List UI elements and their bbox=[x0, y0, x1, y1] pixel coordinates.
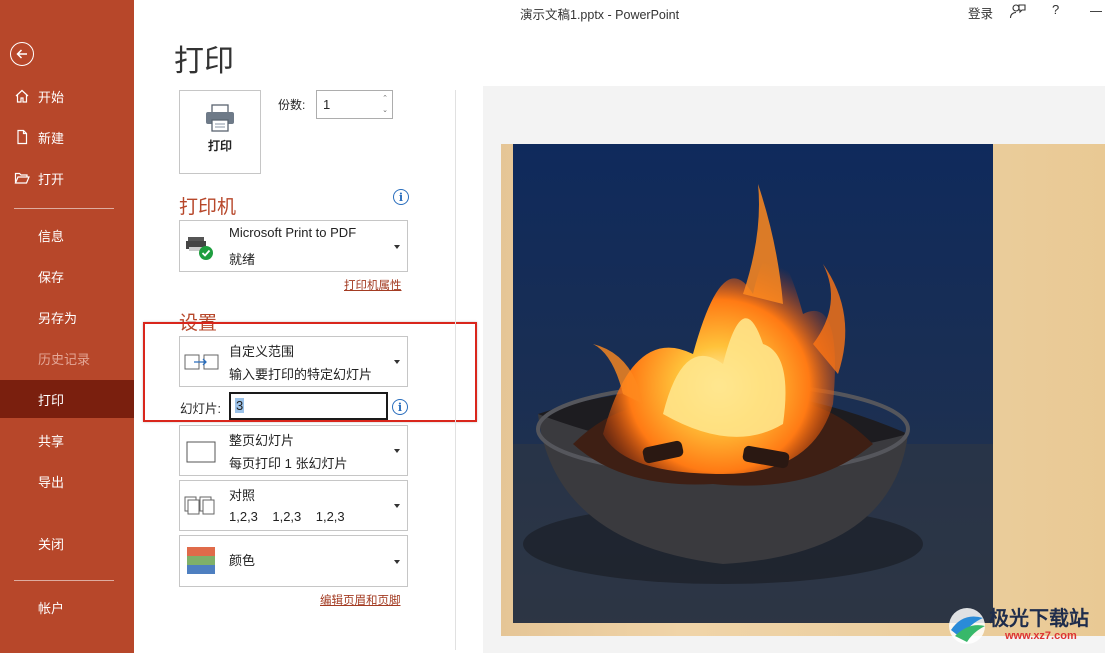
folder-open-icon bbox=[13, 169, 31, 187]
fire-brazier-photo bbox=[513, 144, 993, 623]
aurora-logo-icon bbox=[949, 608, 985, 644]
sidebar-item-close[interactable]: 关闭 bbox=[0, 524, 134, 562]
edit-header-footer-link[interactable]: 编辑页眉和页脚 bbox=[320, 592, 401, 608]
feedback-person-icon[interactable] bbox=[1009, 2, 1027, 20]
copies-spin-buttons[interactable]: ⌃ ⌄ bbox=[380, 93, 390, 117]
sidebar-divider bbox=[14, 580, 114, 581]
color-title: 颜色 bbox=[229, 553, 256, 568]
color-swatch-icon bbox=[187, 547, 215, 574]
chevron-down-icon bbox=[394, 449, 400, 453]
printer-dropdown[interactable]: Microsoft Print to PDF 就绪 bbox=[179, 220, 408, 272]
printer-name: Microsoft Print to PDF bbox=[229, 225, 357, 240]
collate-icon bbox=[184, 496, 215, 515]
sidebar-item-label: 帐户 bbox=[38, 600, 65, 616]
chevron-down-icon bbox=[394, 245, 400, 249]
sidebar-item-print[interactable]: 打印 bbox=[0, 380, 134, 418]
collate-dropdown[interactable]: 对照 1,2,3 1,2,3 1,2,3 bbox=[179, 480, 408, 531]
printer-ready-icon bbox=[186, 237, 213, 260]
copies-label: 份数: bbox=[278, 98, 306, 112]
sidebar-item-home[interactable]: 开始 bbox=[0, 77, 134, 115]
sidebar-item-export[interactable]: 导出 bbox=[0, 462, 134, 500]
chevron-down-icon bbox=[394, 360, 400, 364]
info-icon[interactable]: i bbox=[393, 189, 409, 205]
printer-properties-link[interactable]: 打印机属性 bbox=[344, 277, 402, 293]
sidebar-item-label: 关闭 bbox=[38, 536, 65, 552]
info-icon[interactable]: i bbox=[392, 399, 408, 415]
login-link[interactable]: 登录 bbox=[968, 3, 993, 22]
chevron-down-icon bbox=[394, 560, 400, 564]
sidebar-item-account[interactable]: 帐户 bbox=[0, 588, 134, 626]
sidebar-item-info[interactable]: 信息 bbox=[0, 216, 134, 254]
help-icon[interactable]: ? bbox=[1052, 2, 1059, 17]
sidebar-item-label: 导出 bbox=[38, 474, 65, 490]
watermark-logo: 极光下载站 www.xz7.com bbox=[945, 600, 1105, 653]
watermark-title: 极光下载站 bbox=[989, 608, 1089, 630]
printer-status: 就绪 bbox=[229, 252, 256, 267]
printer-heading: 打印机 bbox=[179, 197, 237, 218]
sidebar-item-open[interactable]: 打开 bbox=[0, 159, 134, 197]
color-dropdown[interactable]: 颜色 bbox=[179, 535, 408, 587]
new-document-icon bbox=[13, 128, 31, 146]
sidebar-item-label: 打开 bbox=[38, 171, 65, 187]
print-range-dropdown[interactable]: 自定义范围 输入要打印的特定幻灯片 bbox=[179, 336, 408, 387]
slides-label: 幻灯片: bbox=[180, 402, 221, 416]
layout-description: 每页打印 1 张幻灯片 bbox=[229, 456, 348, 471]
back-arrow-icon[interactable] bbox=[10, 42, 34, 66]
sidebar-item-label: 保存 bbox=[38, 269, 65, 285]
watermark-url: www.xz7.com bbox=[1005, 630, 1077, 642]
settings-heading: 设置 bbox=[179, 313, 218, 334]
sidebar-item-label: 打印 bbox=[38, 392, 65, 408]
home-icon bbox=[13, 87, 31, 105]
collate-description: 1,2,3 1,2,3 1,2,3 bbox=[229, 509, 345, 524]
print-range-description: 输入要打印的特定幻灯片 bbox=[229, 367, 373, 382]
backstage-sidebar: 开始 新建 打开 信息 保存 另存为 历史记录 打印 共享 导出 关闭 帐户 bbox=[0, 0, 134, 653]
sidebar-divider bbox=[14, 208, 114, 209]
sidebar-item-label: 另存为 bbox=[38, 310, 78, 326]
window-title: 演示文稿1.pptx - PowerPoint bbox=[520, 8, 680, 22]
copies-value: 1 bbox=[323, 97, 331, 112]
full-page-slide-icon bbox=[186, 441, 216, 463]
sidebar-item-label: 开始 bbox=[38, 89, 65, 105]
collate-title: 对照 bbox=[229, 488, 256, 503]
sidebar-item-save[interactable]: 保存 bbox=[0, 257, 134, 295]
sidebar-item-label: 历史记录 bbox=[38, 351, 91, 367]
minimize-icon[interactable] bbox=[1090, 11, 1102, 12]
slides-input[interactable]: 3 bbox=[229, 392, 388, 420]
chevron-down-icon bbox=[394, 504, 400, 508]
layout-title: 整页幻灯片 bbox=[229, 433, 295, 448]
page-title: 打印 bbox=[174, 45, 234, 78]
sidebar-item-new[interactable]: 新建 bbox=[0, 118, 134, 156]
layout-dropdown[interactable]: 整页幻灯片 每页打印 1 张幻灯片 bbox=[179, 425, 408, 476]
sidebar-item-label: 信息 bbox=[38, 228, 65, 244]
sidebar-item-share[interactable]: 共享 bbox=[0, 421, 134, 459]
sidebar-item-label: 共享 bbox=[38, 433, 65, 449]
print-button-label: 打印 bbox=[207, 139, 232, 153]
sidebar-item-history[interactable]: 历史记录 bbox=[0, 339, 134, 377]
slides-input-value: 3 bbox=[235, 398, 245, 413]
print-range-title: 自定义范围 bbox=[229, 344, 295, 359]
sidebar-item-label: 新建 bbox=[38, 130, 65, 146]
printer-icon bbox=[206, 104, 234, 132]
copies-stepper[interactable]: 1 ⌃ ⌄ bbox=[316, 90, 393, 119]
panel-divider bbox=[455, 90, 456, 650]
custom-range-icon bbox=[184, 354, 219, 370]
sidebar-item-save-as[interactable]: 另存为 bbox=[0, 298, 134, 336]
print-button[interactable]: 打印 bbox=[179, 90, 261, 174]
